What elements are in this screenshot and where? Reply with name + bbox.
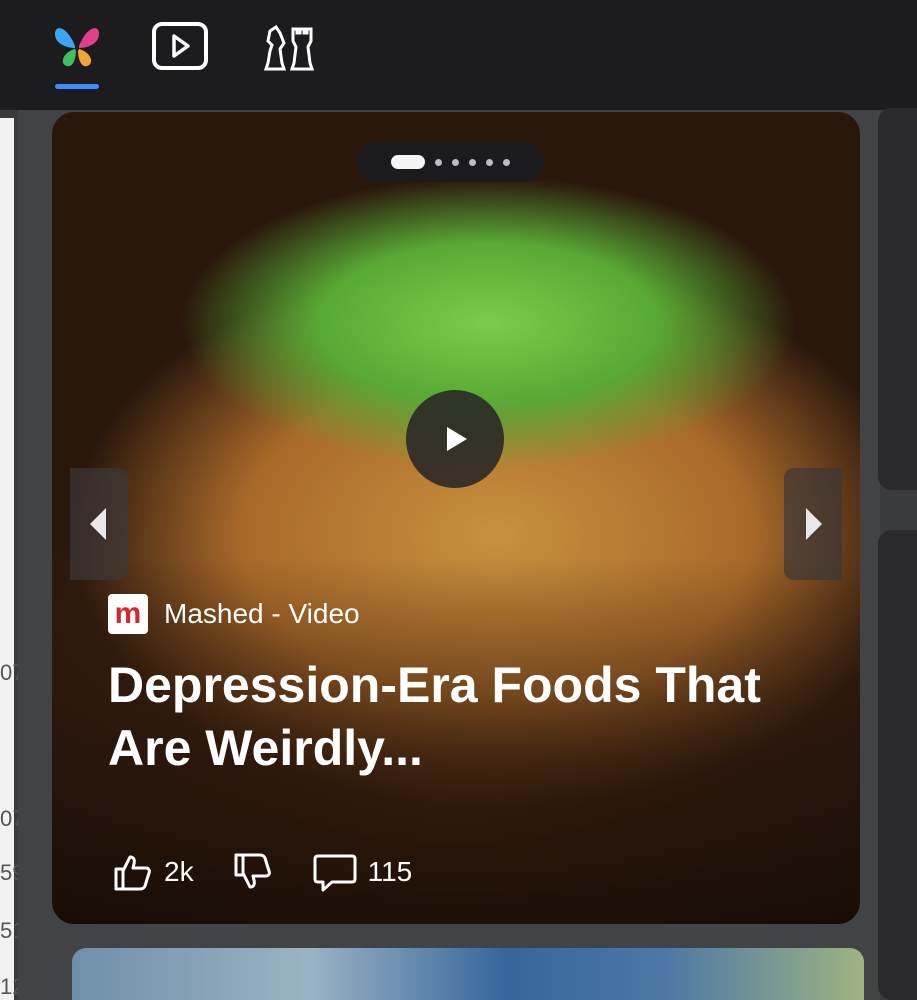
thumbs-down-icon xyxy=(234,853,271,889)
partial-card-right[interactable] xyxy=(878,530,917,1000)
tab-video[interactable] xyxy=(148,14,212,78)
like-button[interactable]: 2k xyxy=(112,851,194,893)
source-name[interactable]: Mashed - Video xyxy=(164,598,360,630)
comment-button[interactable]: 115 xyxy=(312,851,413,893)
thumbs-up-icon xyxy=(114,855,151,891)
partial-card-right[interactable] xyxy=(878,108,917,490)
pager-dot[interactable] xyxy=(485,158,493,166)
pager-dot[interactable] xyxy=(451,158,459,166)
dislike-button[interactable] xyxy=(232,851,274,893)
chevron-left-icon xyxy=(90,508,106,540)
chess-icon xyxy=(263,24,315,71)
pager-dot-active[interactable] xyxy=(390,155,425,169)
left-partial-panel: 07 07 59 51 12 xyxy=(0,118,24,1000)
source-logo: m xyxy=(108,594,148,634)
previous-button[interactable] xyxy=(70,468,128,580)
chevron-right-icon xyxy=(806,508,822,540)
video-card[interactable]: m Mashed - Video Depression-Era Foods Th… xyxy=(52,112,860,924)
pager-dot[interactable] xyxy=(468,158,476,166)
card-image-overlay xyxy=(52,112,860,924)
next-button[interactable] xyxy=(784,468,842,580)
tab-discover[interactable] xyxy=(45,14,109,78)
tab-games[interactable] xyxy=(256,14,320,78)
pager-dot[interactable] xyxy=(434,158,442,166)
play-icon xyxy=(447,427,467,451)
next-feed-card[interactable] xyxy=(72,948,864,1000)
active-tab-indicator xyxy=(55,84,99,89)
top-navigation-bar xyxy=(0,0,917,110)
engagement-bar: 2k 115 xyxy=(112,848,450,896)
comment-count: 115 xyxy=(367,856,413,887)
butterfly-logo-icon xyxy=(55,28,99,67)
video-play-icon xyxy=(152,22,208,70)
comment-icon xyxy=(313,854,357,892)
source-row[interactable]: m Mashed - Video xyxy=(108,594,360,634)
play-button[interactable] xyxy=(406,390,504,488)
like-count: 2k xyxy=(164,856,194,887)
pager-dot[interactable] xyxy=(502,158,510,166)
carousel-pager xyxy=(356,142,544,182)
article-title[interactable]: Depression-Era Foods That Are Weirdly... xyxy=(108,654,808,779)
